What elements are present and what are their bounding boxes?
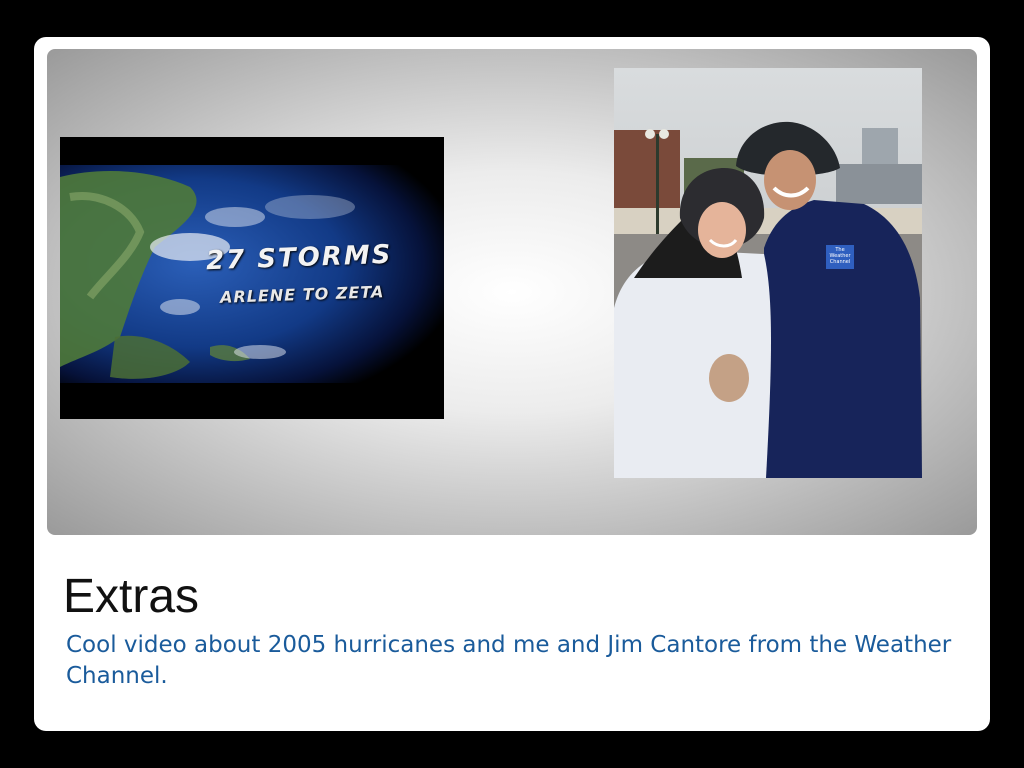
earth-globe-image: [60, 137, 444, 419]
slide-title: Extras: [63, 570, 200, 623]
photo-panel: 27 STORMS ARLENE TO ZETA The Weather Cha…: [47, 49, 977, 535]
weather-channel-badge: The Weather Channel: [826, 245, 854, 269]
people-photo-image: [614, 68, 922, 478]
video-thumbnail[interactable]: 27 STORMS ARLENE TO ZETA: [60, 137, 444, 419]
portrait-photo: The Weather Channel: [614, 68, 922, 478]
slide-body-text: Cool video about 2005 hurricanes and me …: [66, 632, 952, 689]
slide: 27 STORMS ARLENE TO ZETA The Weather Cha…: [34, 37, 990, 731]
